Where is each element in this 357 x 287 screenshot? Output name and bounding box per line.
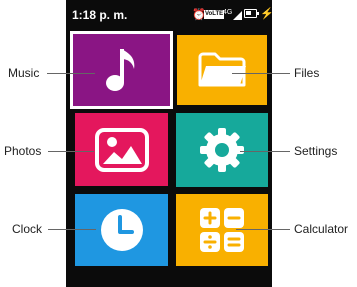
callout-clock: Clock (12, 222, 43, 236)
callout-files: Files (294, 66, 320, 80)
clock-icon (99, 207, 145, 253)
callout-calculator: Calculator (294, 222, 349, 236)
clock-tile[interactable] (75, 194, 168, 266)
status-bar: 1:18 p. m. ⏰ VoLTE 4G ⚡ (66, 7, 274, 23)
photos-tile[interactable] (75, 113, 168, 186)
callout-music: Music (8, 66, 40, 80)
gear-icon (198, 126, 246, 174)
leader-line-clock (48, 229, 96, 230)
leader-line-photos (48, 151, 94, 152)
calculator-icon (199, 207, 245, 253)
network-type: 4G (223, 9, 233, 16)
volte-badge: VoLTE (204, 10, 225, 19)
status-time: 1:18 p. m. (72, 8, 128, 22)
image-icon (94, 127, 150, 173)
files-tile[interactable] (177, 35, 267, 105)
music-note-icon (104, 47, 140, 93)
signal-icon (233, 9, 242, 23)
callout-photos: Photos (4, 144, 42, 158)
battery-icon (244, 9, 259, 18)
calculator-tile[interactable] (176, 194, 268, 266)
settings-tile[interactable] (176, 113, 268, 187)
leader-line-files (232, 73, 290, 74)
music-tile[interactable] (70, 31, 173, 109)
leader-line-music (47, 73, 95, 74)
callout-settings: Settings (294, 144, 338, 158)
leader-line-calculator (236, 229, 290, 230)
charging-bolt-icon: ⚡ (260, 8, 274, 20)
folder-icon (197, 51, 247, 89)
leader-line-settings (240, 151, 290, 152)
